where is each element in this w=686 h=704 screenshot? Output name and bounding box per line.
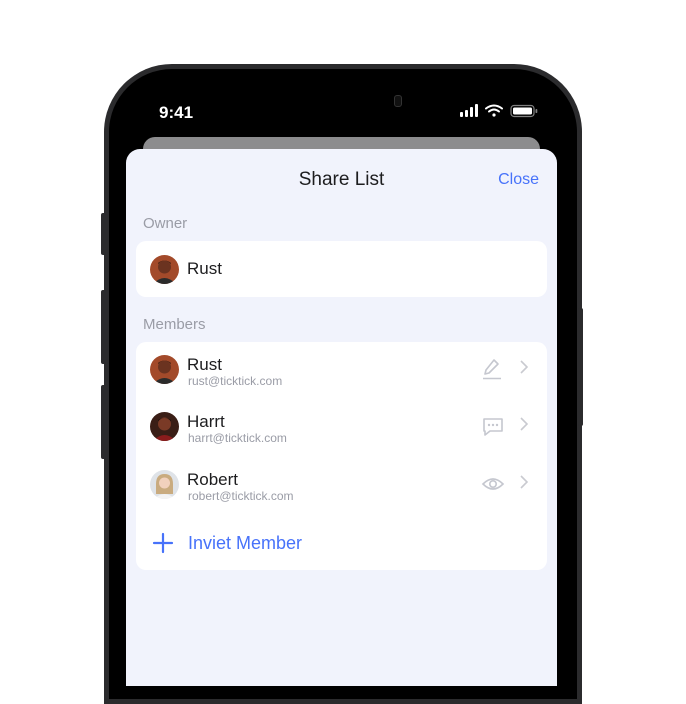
members-section-label: Members	[143, 316, 206, 333]
close-button[interactable]: Close	[498, 171, 539, 189]
member-name: Robert	[187, 470, 239, 489]
owner-name: Rust	[187, 259, 222, 278]
signal-icon	[460, 104, 478, 117]
member-name: Rust	[187, 355, 222, 374]
status-time: 9:41	[159, 103, 194, 122]
share-list-sheet: Share List Close Owner Rust Members Rust…	[126, 149, 557, 686]
member-email: rust@ticktick.com	[188, 374, 283, 388]
plus-icon[interactable]	[152, 532, 174, 559]
volume-down-button	[101, 385, 106, 459]
status-icons	[460, 104, 540, 125]
avatar	[150, 470, 179, 499]
owner-card: Rust	[136, 241, 547, 297]
camera-icon	[394, 95, 402, 107]
sheet-title: Share List	[298, 169, 385, 190]
comment-icon[interactable]	[481, 416, 505, 443]
member-email: robert@ticktick.com	[188, 489, 294, 503]
chevron-right-icon	[519, 474, 529, 495]
member-row-harrt[interactable]: Harrt harrt@ticktick.com	[136, 399, 547, 455]
battery-icon	[510, 104, 538, 118]
power-button	[578, 308, 583, 426]
members-card: Rust rust@ticktick.com Harrt harrt@tickt…	[136, 342, 547, 570]
member-email: harrt@ticktick.com	[188, 431, 287, 445]
wifi-icon	[485, 104, 503, 117]
pencil-icon[interactable]	[481, 357, 503, 386]
member-name: Harrt	[187, 412, 225, 431]
mute-switch	[101, 213, 106, 255]
volume-up-button	[101, 290, 106, 364]
member-row-rust[interactable]: Rust rust@ticktick.com	[136, 342, 547, 398]
eye-icon[interactable]	[481, 474, 505, 499]
invite-member-button[interactable]: Inviet Member	[188, 533, 302, 554]
avatar	[150, 355, 179, 384]
avatar	[150, 412, 179, 441]
owner-section-label: Owner	[143, 215, 188, 232]
chevron-right-icon	[519, 359, 529, 380]
owner-avatar	[150, 255, 179, 284]
member-row-robert[interactable]: Robert robert@ticktick.com	[136, 457, 547, 513]
chevron-right-icon	[519, 416, 529, 437]
